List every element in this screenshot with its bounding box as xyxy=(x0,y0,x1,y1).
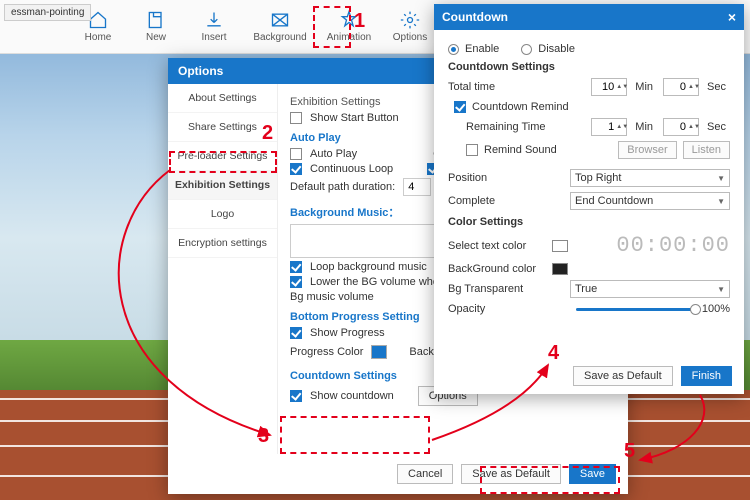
finish-button[interactable]: Finish xyxy=(681,366,732,386)
cd-settings-heading: Countdown Settings xyxy=(448,61,730,73)
insert-icon xyxy=(204,10,224,30)
sidebar-item-exhibition[interactable]: Exhibition Settings xyxy=(168,171,277,200)
text-color-swatch[interactable] xyxy=(552,240,568,252)
opacity-value: 100% xyxy=(702,303,730,315)
bg-transparent-select[interactable]: True▼ xyxy=(570,280,730,298)
timer-preview: 00:00:00 xyxy=(616,233,730,258)
total-sec-input[interactable]: ▲▼ xyxy=(663,78,699,96)
show-countdown-checkbox[interactable] xyxy=(290,390,302,402)
animation-icon xyxy=(339,10,359,30)
loop-bg-checkbox[interactable] xyxy=(290,261,302,273)
progress-color-swatch[interactable] xyxy=(371,345,387,359)
sidebar-item-encryption[interactable]: Encryption settings xyxy=(168,229,277,258)
cd-save-default-button[interactable]: Save as Default xyxy=(573,366,673,386)
save-button[interactable]: Save xyxy=(569,464,616,484)
countdown-panel: Countdown × Enable Disable Countdown Set… xyxy=(434,4,744,394)
remind-checkbox[interactable] xyxy=(454,101,466,113)
unit-min: Min xyxy=(635,81,653,93)
disable-label: Disable xyxy=(538,43,575,55)
unit-sec: Sec xyxy=(707,81,726,93)
insert-button[interactable]: Insert xyxy=(186,3,242,51)
show-start-checkbox[interactable] xyxy=(290,112,302,124)
position-label: Position xyxy=(448,172,546,184)
show-countdown-label: Show countdown xyxy=(310,390,394,402)
text-color-label: Select text color xyxy=(448,240,546,252)
listen-button[interactable]: Listen xyxy=(683,141,730,159)
enable-radio[interactable] xyxy=(448,44,459,55)
animation-button[interactable]: Animation xyxy=(318,3,380,51)
total-time-label: Total time xyxy=(448,81,546,93)
opacity-slider[interactable] xyxy=(576,303,696,315)
remind-label: Countdown Remind xyxy=(472,101,569,113)
disable-radio[interactable] xyxy=(521,44,532,55)
enable-label: Enable xyxy=(465,43,499,55)
progress-color-label: Progress Color xyxy=(290,346,363,358)
options-footer: Cancel Save as Default Save xyxy=(168,454,628,494)
default-path-input[interactable] xyxy=(403,178,431,196)
countdown-title: Countdown xyxy=(442,10,508,24)
autoplay-checkbox[interactable] xyxy=(290,148,302,160)
remaining-label: Remaining Time xyxy=(466,121,545,133)
options-button[interactable]: Options xyxy=(382,3,438,51)
show-start-label: Show Start Button xyxy=(310,112,399,124)
complete-label: Complete xyxy=(448,195,546,207)
continuous-loop-checkbox[interactable] xyxy=(290,163,302,175)
cancel-button[interactable]: Cancel xyxy=(397,464,453,484)
bg-transparent-label: Bg Transparent xyxy=(448,283,546,295)
show-progress-checkbox[interactable] xyxy=(290,327,302,339)
save-default-button[interactable]: Save as Default xyxy=(461,464,561,484)
sidebar-item-share[interactable]: Share Settings xyxy=(168,113,277,142)
show-progress-label: Show Progress xyxy=(310,327,385,339)
bgcolor-label: BackGround color xyxy=(448,263,546,275)
lower-bg-checkbox[interactable] xyxy=(290,276,302,288)
remind-sound-label: Remind Sound xyxy=(484,144,557,156)
position-select[interactable]: Top Right▼ xyxy=(570,169,730,187)
gear-icon xyxy=(400,10,420,30)
loop-bg-label: Loop background music xyxy=(310,261,427,273)
close-icon[interactable]: × xyxy=(728,9,736,25)
sidebar-item-preloader[interactable]: Pre-loader Settings xyxy=(168,142,277,171)
new-button[interactable]: New xyxy=(128,3,184,51)
file-chip[interactable]: essman-pointing xyxy=(4,4,91,21)
remind-sound-checkbox[interactable] xyxy=(466,144,478,156)
default-path-label: Default path duration: xyxy=(290,181,395,193)
autoplay-label: Auto Play xyxy=(310,148,357,160)
color-settings-heading: Color Settings xyxy=(448,216,730,228)
browser-button[interactable]: Browser xyxy=(618,141,676,159)
remain-sec-input[interactable]: ▲▼ xyxy=(663,118,699,136)
remain-min-input[interactable]: ▲▼ xyxy=(591,118,627,136)
options-sidebar: About Settings Share Settings Pre-loader… xyxy=(168,84,278,454)
continuous-loop-label: Continuous Loop xyxy=(310,163,393,175)
new-icon xyxy=(146,10,166,30)
background-icon xyxy=(270,10,290,30)
complete-select[interactable]: End Countdown▼ xyxy=(570,192,730,210)
bgcolor-swatch[interactable] xyxy=(552,263,568,275)
sidebar-item-about[interactable]: About Settings xyxy=(168,84,277,113)
sidebar-item-logo[interactable]: Logo xyxy=(168,200,277,229)
bg-volume-label: Bg music volume xyxy=(290,291,374,303)
total-min-input[interactable]: ▲▼ xyxy=(591,78,627,96)
opacity-label: Opacity xyxy=(448,303,546,315)
background-button[interactable]: Background xyxy=(244,3,316,51)
